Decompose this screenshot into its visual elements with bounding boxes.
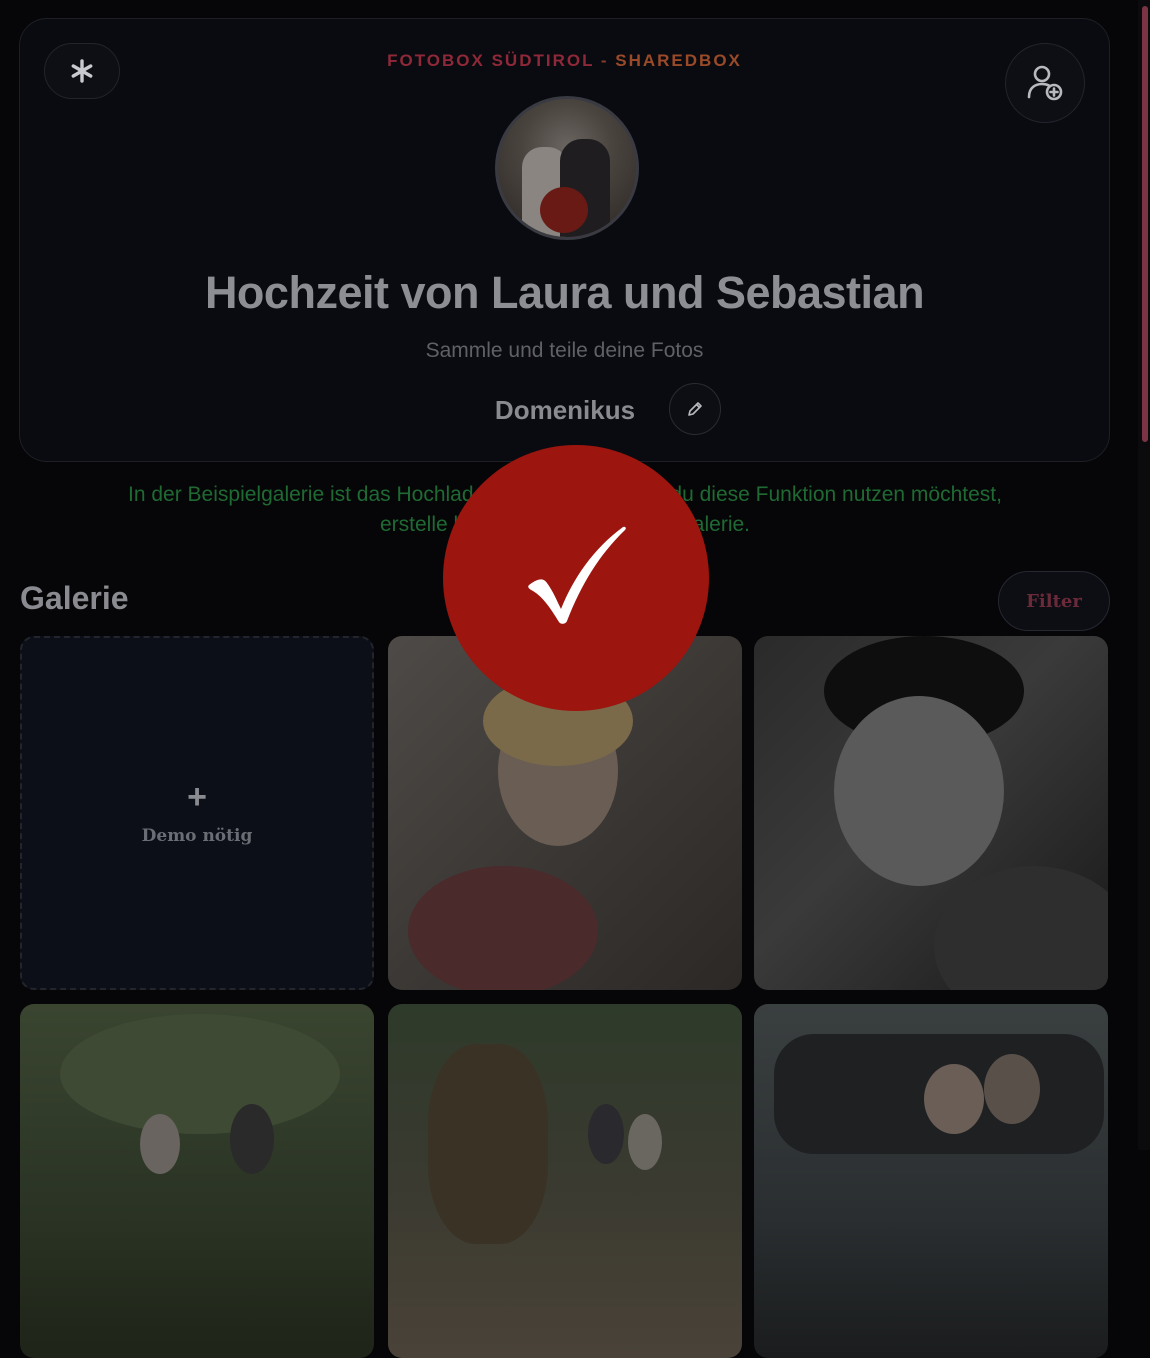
- photo-bouquet-shape: [408, 866, 598, 990]
- photo-face-shape: [984, 1054, 1040, 1124]
- event-subtitle: Sammle und teile deine Fotos: [425, 339, 704, 362]
- edit-username-button[interactable]: [669, 383, 721, 435]
- plus-icon: +: [187, 778, 207, 816]
- event-title: Hochzeit von Laura und Sebastian: [204, 267, 925, 318]
- scrollbar-thumb[interactable]: [1142, 6, 1148, 442]
- invite-user-button[interactable]: [1005, 43, 1085, 123]
- checkmark-icon: [528, 526, 626, 624]
- photo-tree-shape: [60, 1014, 340, 1134]
- gallery-photo-car[interactable]: [754, 1004, 1108, 1358]
- photo-person-shape: [230, 1104, 274, 1174]
- gallery-photo-makeup[interactable]: [754, 636, 1108, 990]
- brand-name: FOTOBOX SÜDTIROL - SHAREDBOX: [20, 51, 1109, 71]
- photo-person-shape: [588, 1104, 624, 1164]
- gallery-title: Galerie: [20, 580, 129, 616]
- brand-separator: -: [594, 51, 616, 70]
- pencil-icon: [688, 402, 702, 416]
- upload-tile[interactable]: + Demo nötig: [20, 636, 374, 990]
- photo-face-shape: [924, 1064, 984, 1134]
- upload-tile-label: Demo nötig: [141, 826, 253, 846]
- avatar-bouquet-shape: [540, 187, 588, 233]
- header-card: FOTOBOX SÜDTIROL - SHAREDBOX Hochzeit vo…: [19, 18, 1110, 462]
- photo-person-shape: [140, 1114, 180, 1174]
- add-user-icon: [1027, 65, 1063, 101]
- brand-part1: FOTOBOX SÜDTIROL: [387, 51, 595, 70]
- username: Domenikus: [494, 395, 636, 425]
- photo-face-shape: [834, 696, 1004, 886]
- filter-button[interactable]: Filter: [998, 571, 1110, 631]
- gallery-photo-couple-tree[interactable]: [388, 1004, 742, 1358]
- event-avatar: [495, 96, 639, 240]
- scrollbar-track[interactable]: [1138, 0, 1150, 1150]
- brand-part2: SHAREDBOX: [615, 51, 742, 70]
- photo-person-shape: [628, 1114, 662, 1170]
- photo-trunk-shape: [428, 1044, 548, 1244]
- success-check-overlay: [443, 445, 709, 711]
- photo-shoulder-shape: [934, 866, 1108, 990]
- gallery-photo-couple-park[interactable]: [20, 1004, 374, 1358]
